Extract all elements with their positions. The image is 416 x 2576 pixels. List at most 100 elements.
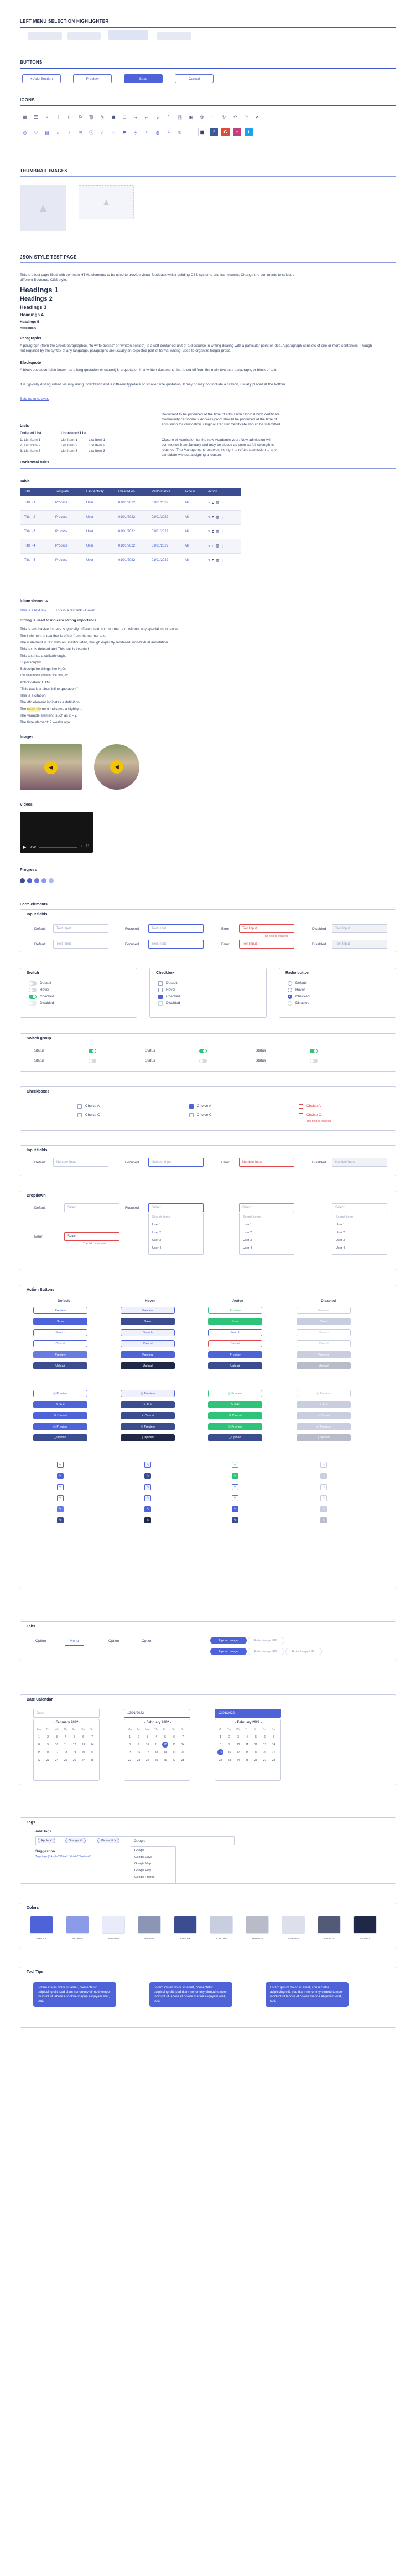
redo-icon[interactable]: ↷ [243,114,249,120]
action-button[interactable]: Cancel [208,1340,262,1347]
dropdown-option[interactable]: User 2 [336,1231,345,1234]
tab-menu[interactable]: Menu [70,1639,79,1643]
calendar-day[interactable]: 24 [144,1757,150,1763]
dropdown-option[interactable]: User 4 [336,1246,345,1250]
calendar-day[interactable]: 16 [45,1749,51,1755]
blockquote-link[interactable]: Said no one, ever. [20,396,49,401]
dropdown-option[interactable]: User 4 [152,1246,161,1250]
dropdown-option[interactable]: User 2 [152,1231,161,1234]
refresh-icon[interactable]: ↻ [221,114,227,120]
menu-item-selected[interactable] [108,30,148,40]
bell-icon[interactable]: ♪ [66,130,72,135]
choice-checkbox-error[interactable] [299,1104,303,1109]
choice-checkbox[interactable] [77,1113,82,1117]
calendar-day[interactable]: 8 [217,1742,223,1748]
calendar-day[interactable]: 6 [171,1734,177,1740]
icon-button[interactable]: ✎ [57,1517,64,1523]
calendar-day[interactable]: 4 [63,1734,69,1740]
dropdown-search[interactable]: Search items [152,1215,170,1219]
menu-item[interactable] [157,32,191,40]
text-input-default[interactable]: Text Input [53,924,108,933]
icon-action-button[interactable]: ✎ Edit [121,1401,175,1408]
eye-icon[interactable]: ◉ [188,114,194,120]
mail-icon[interactable]: ✉ [77,130,83,135]
row-action-icons[interactable]: ✎⧉🗑⋮ [208,559,225,563]
action-button[interactable]: Preview [33,1307,87,1314]
calendar-day[interactable]: 21 [271,1749,277,1755]
users-icon[interactable]: ⚇ [33,130,39,135]
tag-suggestion[interactable]: Google Drive [134,1856,152,1859]
icon-button[interactable]: ✎ [232,1495,238,1501]
search-icon[interactable]: ⌕ [210,114,216,120]
calendar-day[interactable]: 7 [180,1734,186,1740]
calendar-day[interactable]: 22 [127,1757,133,1763]
qr-icon[interactable]: ▦ [198,128,206,136]
grid-icon[interactable]: ▦ [22,114,28,120]
radio-default[interactable] [288,981,292,986]
choice-checkbox[interactable] [189,1113,194,1117]
instagram-icon[interactable]: ◘ [233,128,241,136]
icon-button[interactable]: ✎ [144,1473,151,1479]
tag-icon[interactable]: ⌖ [144,130,149,135]
dropdown-open[interactable]: Select [239,1203,294,1212]
tag-suggestion[interactable]: Google Photos [134,1876,154,1879]
action-button[interactable]: Preview [208,1307,262,1314]
action-button[interactable]: Upload [208,1362,262,1369]
table-row[interactable]: Title - 3 Process User 01/01/2022 01/01/… [20,525,241,539]
calendar-day[interactable]: 14 [180,1742,186,1748]
action-button[interactable]: Search [208,1329,262,1336]
column-header[interactable]: Created on [118,490,135,493]
select-input-focused[interactable]: Text Input [148,940,204,949]
lock-icon[interactable]: ⊡ [122,114,127,120]
calendar-day[interactable]: 19 [71,1749,77,1755]
calendar-day[interactable]: 1 [127,1734,133,1740]
column-header[interactable]: Template [55,490,69,493]
row-action-icons[interactable]: ✎⧉🗑⋮ [208,501,225,506]
status-switch[interactable] [199,1059,207,1063]
action-button[interactable]: Upload [33,1362,87,1369]
icon-action-button[interactable]: ◎ Preview [33,1390,87,1397]
calendar-day[interactable]: 5 [162,1734,168,1740]
plus-icon[interactable]: ＋ [55,114,61,120]
table-row[interactable]: Title - 4 Process User 01/01/2022 01/01/… [20,539,241,554]
calendar-day[interactable]: 21 [89,1749,95,1755]
calendar-day[interactable]: 27 [262,1757,268,1763]
calendar-day[interactable]: 11 [244,1742,250,1748]
calendar-day[interactable]: 25 [153,1757,159,1763]
tag-chip[interactable]: Apple ✕ [38,1838,56,1843]
close-icon[interactable]: ✕ [254,114,260,120]
bars-icon[interactable]: ≡ [44,114,50,120]
select-input-error[interactable]: Text Input [239,940,294,949]
action-button[interactable]: Preview [208,1351,262,1358]
icon-button[interactable]: ✎ [57,1506,64,1512]
video-progress[interactable] [39,847,77,848]
tag-chip[interactable]: Microsoft ✕ [97,1838,120,1843]
dropdown-search[interactable]: Search items [243,1215,261,1219]
dropdown-error[interactable]: Select [64,1232,119,1241]
calendar-day[interactable]: 17 [144,1749,150,1755]
icon-action-button[interactable]: ◎ Preview [121,1390,175,1397]
text-link[interactable]: This is a text link [20,608,46,613]
calendar-day[interactable]: 19 [253,1749,259,1755]
link-icon[interactable]: ⛓ [177,114,183,120]
calendar-day[interactable]: 4 [244,1734,250,1740]
tab-option[interactable]: Option [142,1639,152,1643]
calendar-day[interactable]: 19 [162,1749,168,1755]
calendar-day[interactable]: 1 [36,1734,42,1740]
undo-icon[interactable]: ↶ [232,114,238,120]
thumbnail-image[interactable]: ▲ [79,185,134,219]
chevron-down-icon[interactable]: ⌄ [155,114,160,120]
column-header[interactable]: Action [208,490,217,493]
row-action-icons[interactable]: ✎⧉🗑⋮ [208,530,225,534]
calendar-day[interactable]: 16 [136,1749,142,1755]
icon-action-button[interactable]: ✕ Cancel [208,1412,262,1419]
play-icon[interactable]: ◀ [110,760,123,774]
icon-button[interactable]: ✎ [144,1462,151,1468]
document-icon[interactable]: ▯ [66,114,72,120]
calendar-day[interactable]: 11 [63,1742,69,1748]
calendar-day[interactable]: 13 [171,1742,177,1748]
google-plus-icon[interactable]: G [221,128,230,136]
tag-chip[interactable]: Orange ✕ [65,1838,86,1843]
date-input[interactable]: Date [33,1709,100,1718]
dropdown-option[interactable]: User 4 [243,1246,252,1250]
